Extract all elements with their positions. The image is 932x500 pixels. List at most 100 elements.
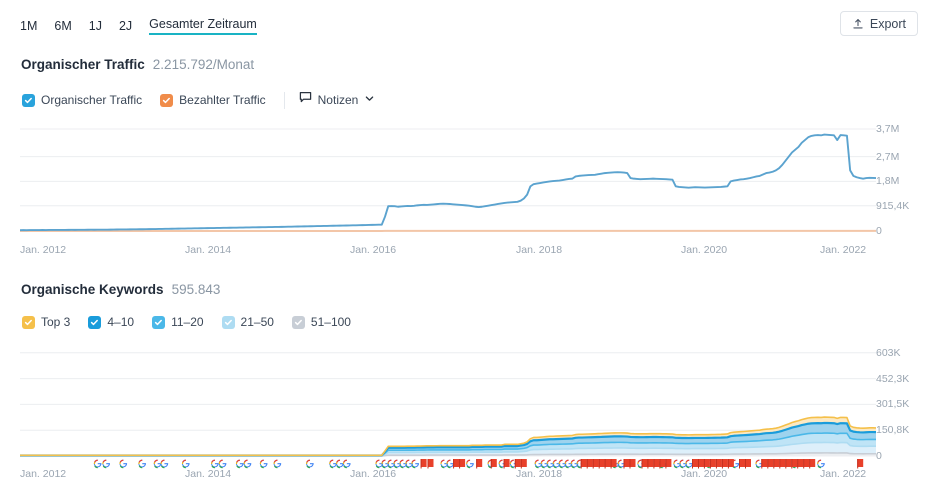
red-flag-icon: [598, 459, 605, 469]
legend-label: 11–20: [171, 315, 204, 329]
organic-traffic-title: Organischer Traffic: [21, 57, 145, 72]
notes-dropdown[interactable]: Notizen: [299, 91, 376, 109]
red-flag-icon: [739, 459, 745, 469]
red-flag-icon: [761, 459, 768, 469]
organic-traffic-value: 2.215.792/Monat: [152, 57, 255, 72]
checkbox-checked-icon[interactable]: [22, 93, 35, 107]
legend-label: Organischer Traffic: [41, 93, 143, 107]
time-range-1m[interactable]: 1M: [20, 19, 37, 33]
time-range-all[interactable]: Gesamter Zeitraum: [149, 17, 257, 35]
y-tick-label: 915,4K: [876, 199, 910, 212]
red-flag-icon: [653, 459, 660, 469]
legend-item-4-10[interactable]: 4–10: [88, 315, 134, 329]
red-flag-icon: [623, 459, 630, 469]
google-g-icon: [336, 459, 344, 469]
red-flag-icon: [809, 459, 816, 469]
red-flag-icon: [586, 459, 593, 469]
google-g-icon: [329, 459, 337, 469]
red-flag-icon: [490, 459, 497, 469]
legend-label: Top 3: [41, 315, 71, 329]
legend-item-21-50[interactable]: 21–50: [221, 315, 274, 329]
x-tick-label: Jan. 2022: [820, 468, 867, 480]
y-tick-label: 0: [876, 450, 882, 462]
checkbox-checked-icon[interactable]: [221, 315, 235, 329]
google-g-icon: [218, 459, 227, 469]
red-flag-icon: [503, 459, 510, 469]
export-label: Export: [869, 16, 906, 31]
google-g-icon: [138, 459, 147, 469]
google-g-icon: [211, 459, 219, 469]
y-tick-label: 2,7M: [876, 150, 900, 163]
google-g-icon: [273, 459, 282, 469]
organic-keywords-chart[interactable]: [20, 343, 876, 470]
legend-item-bezahlter-traffic[interactable]: Bezahlter Traffic: [160, 93, 266, 107]
checkbox-checked-icon[interactable]: [22, 315, 35, 329]
google-g-icon: [411, 459, 420, 469]
x-tick-label: Jan. 2016: [350, 468, 397, 480]
red-flag-icon: [604, 459, 611, 469]
organic-keywords-heading: Organische Keywords 595.843: [21, 282, 220, 297]
legend-label: 4–10: [107, 315, 135, 329]
y-tick-label: 301,5K: [876, 398, 910, 411]
google-g-icon: [817, 459, 825, 469]
x-tick-label: Jan. 2018: [516, 468, 563, 480]
domain-overview-page: 1M 6M 1J 2J Gesamter Zeitraum Export Org…: [0, 0, 932, 500]
legend-divider: [283, 91, 285, 109]
organic-traffic-chart[interactable]: [20, 118, 876, 233]
red-flag-icon: [420, 459, 427, 469]
y-tick-label: 3,7M: [876, 123, 900, 136]
note-icon: [299, 91, 312, 109]
google-g-icon: [243, 459, 252, 469]
red-flag-icon: [803, 459, 810, 469]
google-g-icon: [153, 459, 162, 469]
x-tick-label: Jan. 2020: [681, 468, 728, 480]
legend-label: 51–100: [310, 315, 351, 329]
google-g-icon: [93, 459, 102, 469]
chevron-down-icon[interactable]: [364, 91, 375, 109]
google-g-icon: [181, 459, 190, 469]
top-toolbar: 1M 6M 1J 2J Gesamter Zeitraum Export: [0, 0, 932, 44]
export-button[interactable]: Export: [839, 11, 918, 36]
keywords-legend: Top 3 4–10 11–20 21–50 51–100: [22, 315, 369, 329]
red-flag-icon: [785, 459, 792, 469]
red-flag-icon: [767, 459, 774, 469]
legend-item-organischer-traffic[interactable]: Organischer Traffic: [22, 93, 142, 107]
checkbox-checked-icon[interactable]: [291, 315, 305, 329]
x-tick-label: Jan. 2018: [516, 244, 563, 256]
legend-item-11-20[interactable]: 11–20: [152, 315, 204, 329]
y-tick-label: 1,8M: [876, 175, 900, 188]
time-range-tabs: 1M 6M 1J 2J Gesamter Zeitraum: [20, 17, 257, 35]
google-g-icon: [446, 459, 455, 469]
time-range-6m[interactable]: 6M: [54, 19, 71, 33]
checkbox-checked-icon[interactable]: [88, 315, 102, 329]
google-g-icon: [685, 459, 694, 469]
legend-item-51-100[interactable]: 51–100: [291, 315, 351, 329]
red-flag-icon: [453, 459, 460, 469]
x-tick-label: Jan. 2012: [20, 244, 67, 256]
red-flag-icon: [459, 459, 466, 469]
legend-label: Bezahlter Traffic: [179, 93, 266, 107]
organic-traffic-heading: Organischer Traffic 2.215.792/Monat: [21, 57, 254, 72]
google-g-icon: [235, 459, 244, 469]
traffic-legend: Organischer Traffic Bezahlter Traffic No…: [22, 91, 375, 109]
time-range-1j[interactable]: 1J: [89, 19, 102, 33]
organic-keywords-title: Organische Keywords: [21, 282, 164, 297]
red-flag-icon: [592, 459, 599, 469]
red-flag-icon: [476, 459, 483, 469]
red-flag-icon: [773, 459, 780, 469]
google-g-icon: [342, 459, 351, 469]
checkbox-checked-icon[interactable]: [152, 315, 166, 329]
red-flag-icon: [641, 459, 648, 469]
red-flag-icon: [647, 459, 654, 469]
google-g-icon: [306, 459, 314, 469]
checkbox-checked-icon[interactable]: [160, 93, 174, 107]
notes-label: Notizen: [317, 93, 359, 107]
legend-item-top-3[interactable]: Top 3: [22, 315, 70, 329]
time-range-2j[interactable]: 2J: [119, 19, 132, 33]
x-tick-label: Jan. 2012: [20, 468, 67, 480]
y-tick-label: 150,8K: [876, 424, 910, 437]
google-g-icon: [466, 459, 474, 469]
x-tick-label: Jan. 2022: [820, 244, 867, 256]
google-g-icon: [160, 459, 169, 469]
red-flag-icon: [745, 459, 751, 469]
